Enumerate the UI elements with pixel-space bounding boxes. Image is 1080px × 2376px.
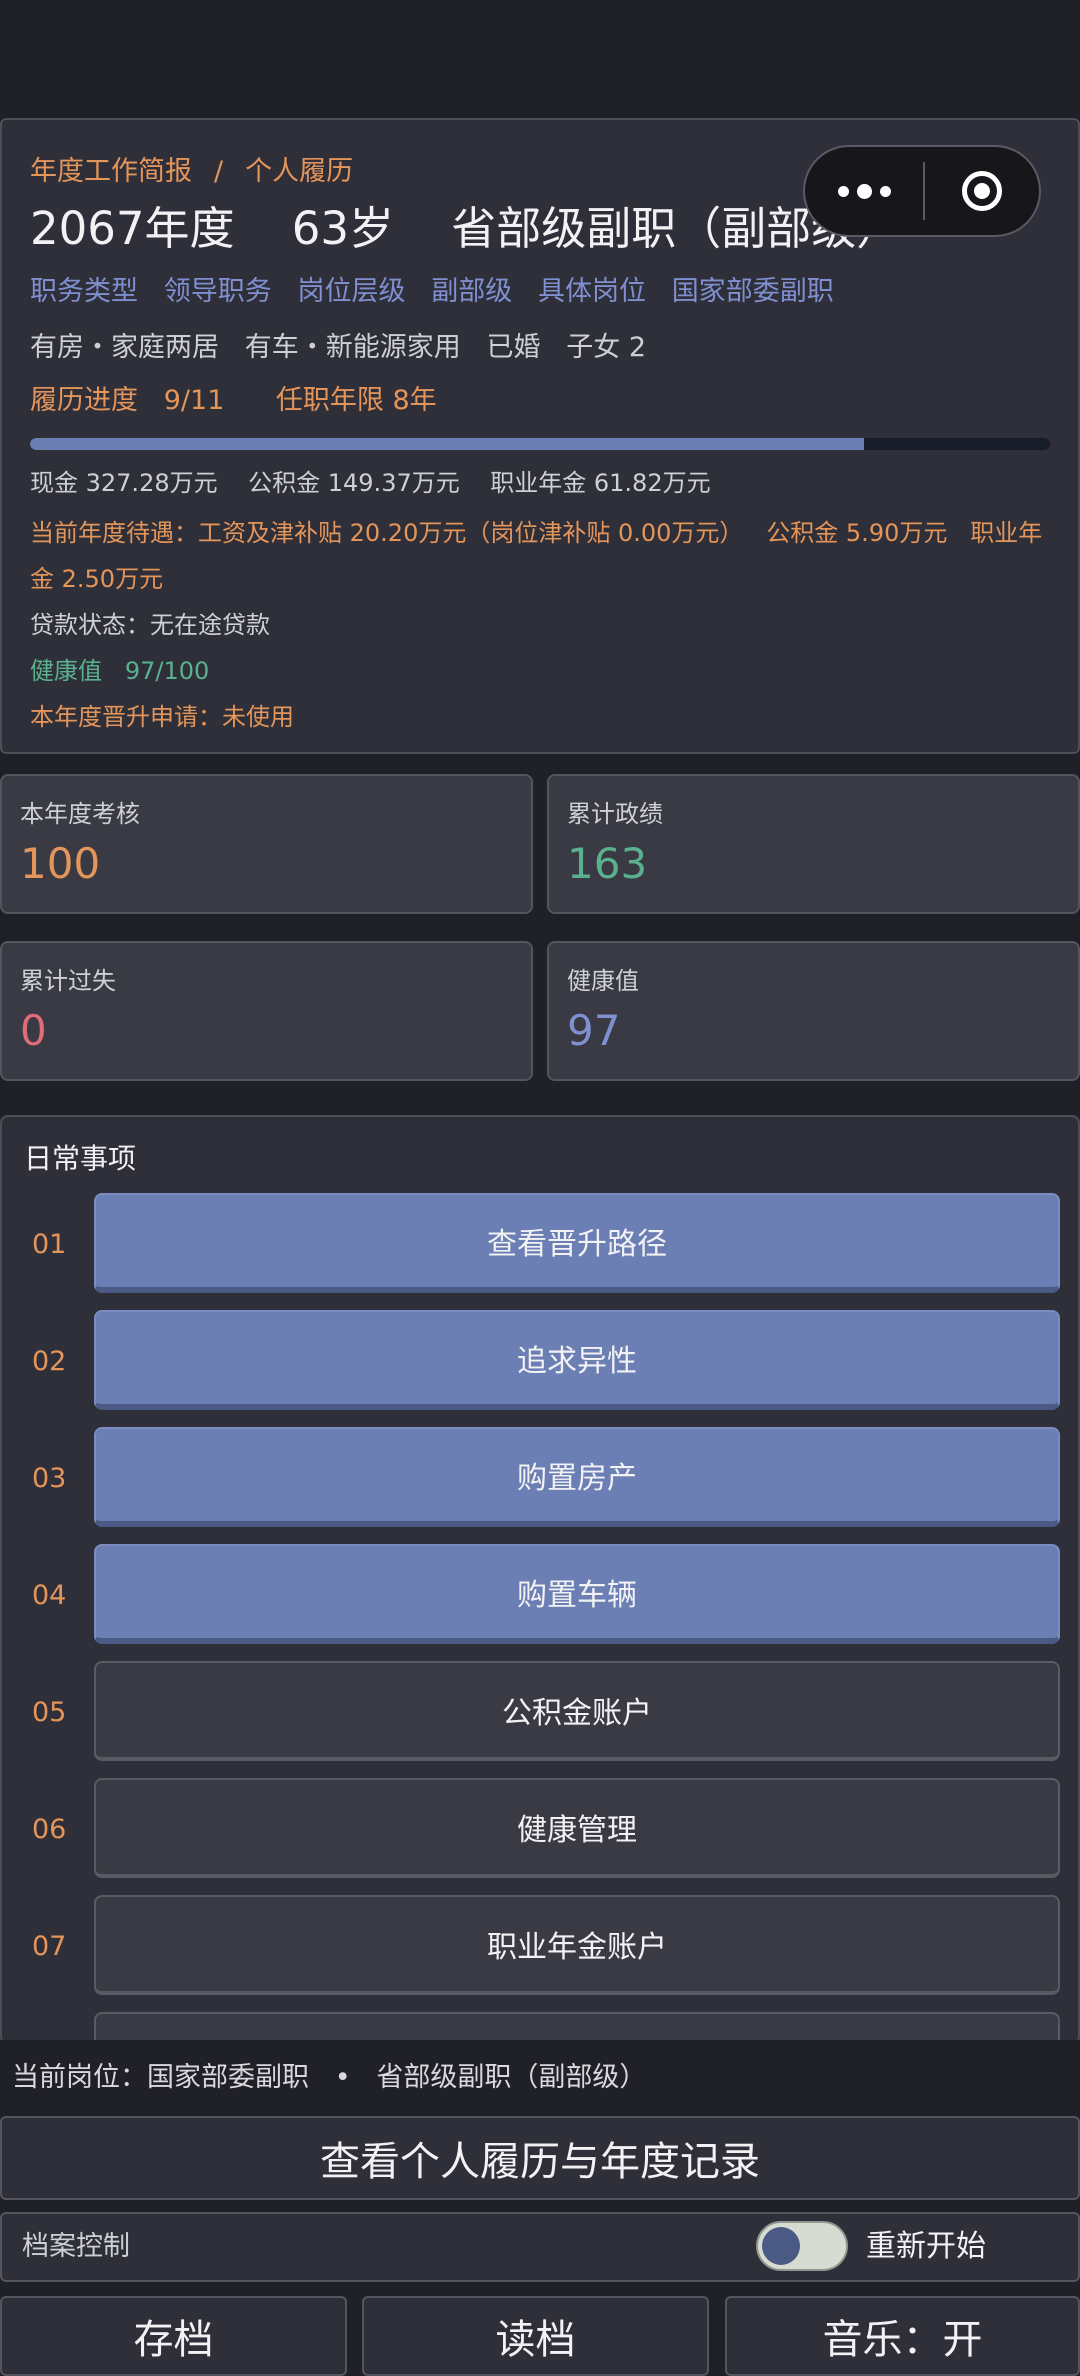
breadcrumb-separator: / [214,156,224,187]
item-number: 02 [32,1346,67,1377]
tag-type-value: 领导职务 [163,276,272,307]
view-promotion-path-button[interactable]: 查看晋升路径 [94,1193,1060,1293]
list-item: 05 公积金账户 [2,1661,1078,1765]
daily-affairs-panel: 日常事项 01 查看晋升路径 02 追求异性 03 购置房产 04 购置车辆 0… [0,1115,1080,2045]
savings-summary: 现金 327.28万元 公积金 149.37万元 职业年金 61.82万元 [30,456,1050,510]
health-value: 97/100 [124,657,210,685]
current-post: 当前岗位：国家部委副职 • 省部级副职（副部级） [12,2062,647,2093]
stat-health: 健康值 97 [547,941,1080,1081]
pension-amount: 职业年金 61.82万元 [490,469,711,497]
item-number: 06 [32,1814,67,1845]
stat-value: 100 [20,839,101,888]
list-item: 04 购置车辆 [2,1544,1078,1648]
list-item: 06 健康管理 [2,1778,1078,1882]
progress-label: 履历进度 [30,385,138,416]
item-number: 03 [32,1463,67,1494]
breadcrumb-annual-brief[interactable]: 年度工作简报 [30,156,192,187]
stat-value: 163 [567,839,648,888]
stat-value: 97 [567,1006,621,1055]
stat-label: 健康值 [567,967,639,995]
title-year: 2067年度 [30,202,235,255]
restart-toggle[interactable] [756,2221,848,2271]
status-bar [0,0,1080,120]
cash-amount: 现金 327.28万元 [30,469,218,497]
stat-total-faults: 累计过失 0 [0,941,533,1081]
buy-house-button[interactable]: 购置房产 [94,1427,1060,1527]
tag-level-label: 岗位层级 [297,276,406,307]
stat-label: 累计过失 [20,967,116,995]
tag-type-label: 职务类型 [30,276,138,307]
toggle-knob [762,2227,800,2265]
view-resume-button[interactable]: 查看个人履历与年度记录 [0,2116,1080,2200]
list-item: 03 购置房产 [2,1427,1078,1531]
tag-level-value: 副部级 [431,276,513,307]
position-tags: 职务类型 领导职务 岗位层级 副部级 具体岗位 国家部委副职 [30,264,1050,320]
family-assets: 有房・家庭两居 有车・新能源家用 已婚 子女 2 [30,320,1050,376]
list-item: 07 职业年金账户 [2,1895,1078,1999]
current-year-pay: 当前年度待遇：工资及津补贴 20.20万元（岗位津补贴 0.00万元） 公积金 … [30,519,1043,593]
progress-bar-fill [30,438,865,450]
loan-status: 贷款状态：无在途贷款 [30,611,270,639]
archive-control-label: 档案控制 [22,2231,130,2262]
health-status: 健康值 97/100 [30,648,1050,694]
pursue-romance-button[interactable]: 追求异性 [94,1310,1060,1410]
asset-car: 有车・新能源家用 [244,332,461,363]
item-number: 05 [32,1697,67,1728]
load-button[interactable]: 读档 [362,2296,709,2376]
save-button[interactable]: 存档 [0,2296,347,2376]
item-number: 04 [32,1580,67,1611]
health-label: 健康值 [30,657,102,685]
tag-post-label: 具体岗位 [538,276,646,307]
promotion-status: 本年度晋升申请：未使用 [30,703,294,731]
stat-value: 0 [20,1006,47,1055]
tag-post-value: 国家部委副职 [671,276,834,307]
tenure-years: 任职年限 8年 [275,385,437,416]
health-management-button[interactable]: 健康管理 [94,1778,1060,1878]
asset-children: 子女 2 [566,332,647,363]
title-age: 63岁 [291,202,395,255]
resume-progress: 履历进度 9/11 任职年限 8年 [30,376,1050,426]
restart-label[interactable]: 重新开始 [866,2214,986,2280]
asset-married: 已婚 [486,332,541,363]
list-item: 01 查看晋升路径 [2,1193,1078,1297]
asset-house: 有房・家庭两居 [30,332,219,363]
pension-account-button[interactable]: 职业年金账户 [94,1895,1060,1995]
more-icon[interactable] [805,147,923,235]
close-target-icon[interactable] [925,171,1039,211]
fund-amount: 公积金 149.37万元 [248,469,460,497]
daily-affairs-title: 日常事项 [24,1142,137,1175]
progress-value: 9/11 [163,385,225,416]
stat-annual-assessment: 本年度考核 100 [0,774,533,914]
breadcrumb-resume[interactable]: 个人履历 [245,156,353,187]
miniprogram-capsule [803,145,1041,237]
archive-control: 档案控制 重新开始 [0,2212,1080,2282]
list-item: 02 追求异性 [2,1310,1078,1414]
progress-bar [30,438,1050,450]
item-number: 01 [32,1229,67,1260]
stat-total-achievements: 累计政绩 163 [547,774,1080,914]
housing-fund-account-button[interactable]: 公积金账户 [94,1661,1060,1761]
stat-label: 本年度考核 [20,800,140,828]
stat-label: 累计政绩 [567,800,663,828]
item-number: 07 [32,1931,67,1962]
music-toggle-button[interactable]: 音乐：开 [725,2296,1080,2376]
buy-car-button[interactable]: 购置车辆 [94,1544,1060,1644]
